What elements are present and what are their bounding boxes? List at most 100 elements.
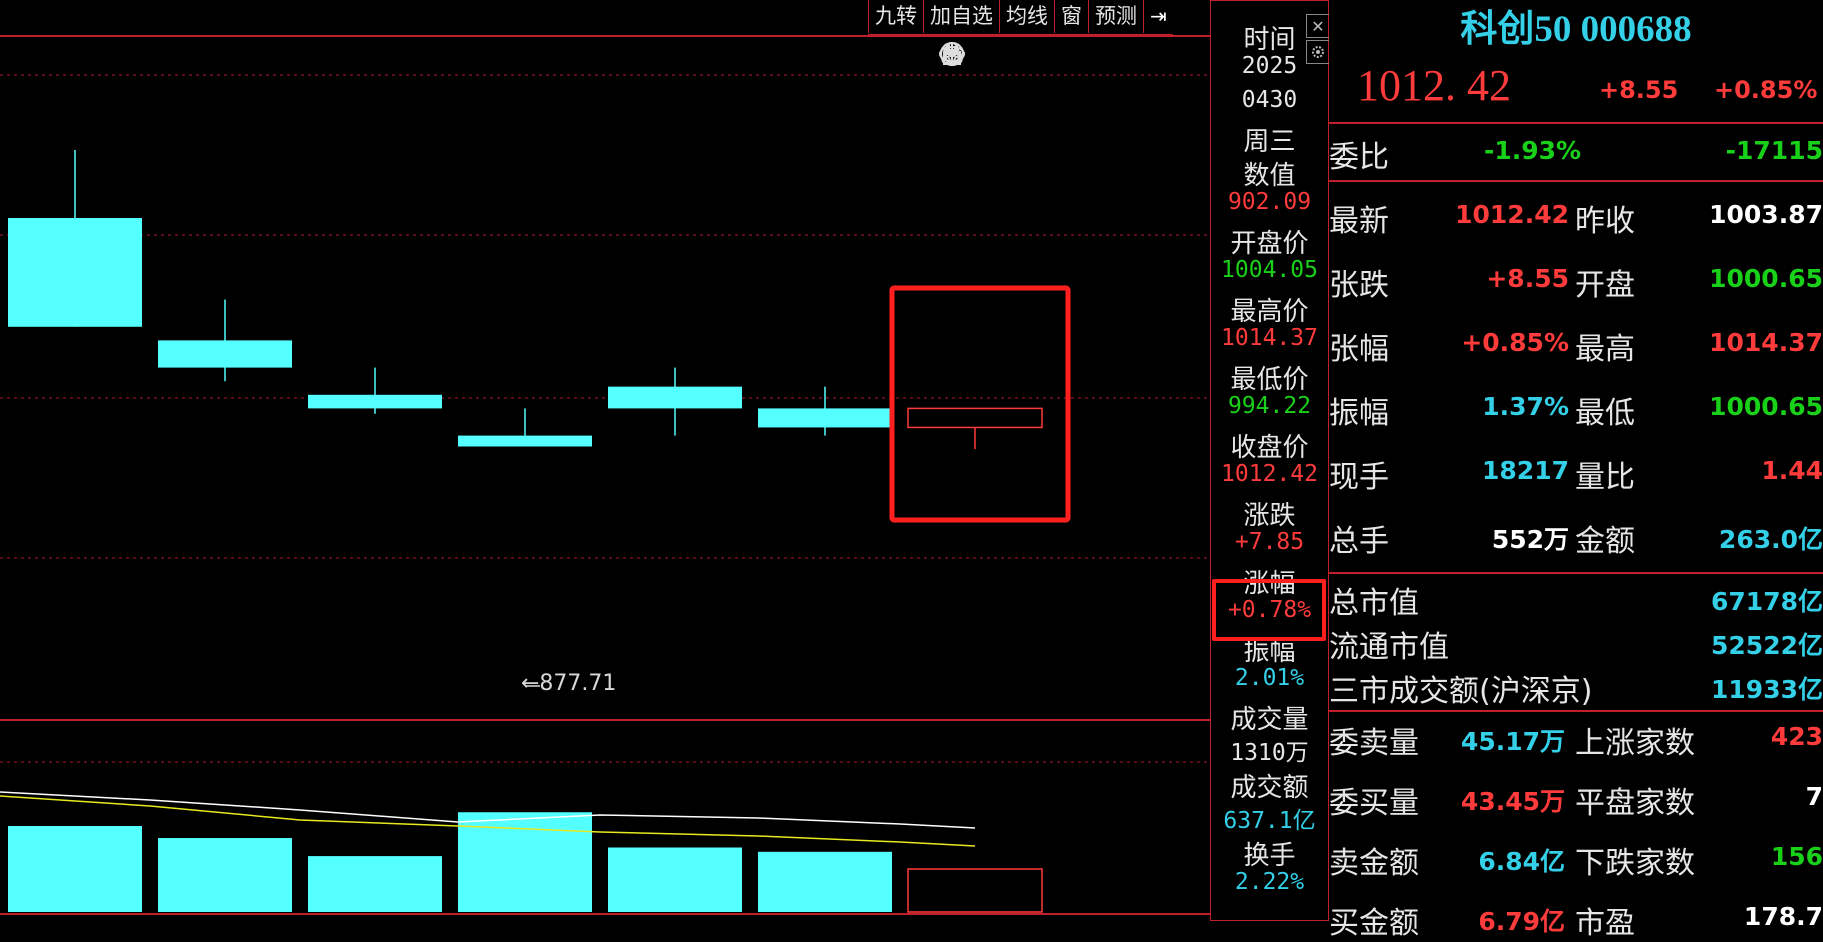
quote-value: 1012.42 xyxy=(1455,200,1569,229)
quote-value: 1000.65 xyxy=(1709,264,1823,293)
toolbar-add-watchlist-button[interactable]: 加自选 xyxy=(923,0,999,33)
info-value: 994.22 xyxy=(1227,393,1312,419)
toolbar-expand-icon[interactable]: ⇥ xyxy=(1143,0,1173,33)
quote-value: 6.84亿 xyxy=(1478,847,1565,876)
candle-body xyxy=(158,340,292,368)
info-value: 1004.05 xyxy=(1221,257,1318,283)
candle-body xyxy=(907,407,1043,429)
info-value: 902.09 xyxy=(1227,189,1312,215)
undo-icon[interactable] xyxy=(943,40,1052,74)
security-title: 科创50 000688 xyxy=(1460,9,1692,50)
toolbar-forecast-button[interactable]: 预测 xyxy=(1088,0,1143,33)
quote-label: 振幅 xyxy=(1329,396,1389,431)
quote-label: 最低 xyxy=(1575,396,1635,431)
info-value: 1014.37 xyxy=(1221,325,1318,351)
info-label: 成交额 xyxy=(1230,773,1309,803)
toolbar-jiuzhuan-button[interactable]: 九转 xyxy=(868,0,923,33)
quote-label: 卖金额 xyxy=(1329,846,1419,881)
toolbar-ma-button[interactable]: 均线 xyxy=(999,0,1054,33)
zoom-in-icon[interactable] xyxy=(940,40,1172,74)
quote-label: 量比 xyxy=(1575,460,1635,495)
last-price: 1012. 42 xyxy=(1357,61,1511,110)
info-label: 开盘价 xyxy=(1230,229,1309,259)
info-value: 2.22% xyxy=(1234,869,1305,895)
quote-label: 最新 xyxy=(1329,204,1389,239)
volume-bar xyxy=(608,847,742,912)
quote-value: 6.79亿 xyxy=(1478,907,1565,936)
quote-label: 上涨家数 xyxy=(1575,726,1695,761)
quote-value: 1003.87 xyxy=(1709,200,1823,229)
market-value: 67178亿 xyxy=(1711,587,1823,616)
hand-icon[interactable] xyxy=(944,40,1012,74)
volume-bar xyxy=(8,826,142,912)
info-label: 最低价 xyxy=(1230,365,1309,395)
quote-label: 平盘家数 xyxy=(1575,786,1695,821)
quote-value: 552万 xyxy=(1491,525,1569,554)
quote-value: +8.55 xyxy=(1486,264,1569,293)
quote-label: 昨收 xyxy=(1575,204,1635,239)
volume-bar xyxy=(907,868,1043,913)
selected-candle-highlight xyxy=(889,285,1071,523)
quote-label: 现手 xyxy=(1329,460,1389,495)
toolbar-window-button[interactable]: 窗 xyxy=(1054,0,1088,33)
quote-label: 买金额 xyxy=(1329,906,1419,941)
candle-body xyxy=(458,435,592,447)
info-label: 涨跌 xyxy=(1243,501,1296,531)
info-label: 数值 xyxy=(1243,161,1296,191)
quote-label: 总手 xyxy=(1329,524,1389,559)
quote-value: 1014.37 xyxy=(1709,328,1823,357)
quote-label: 张幅 xyxy=(1329,332,1389,367)
quote-label: 市盈 xyxy=(1575,906,1635,941)
lock-icon[interactable] xyxy=(943,40,1132,74)
quote-value: 1000.65 xyxy=(1709,392,1823,421)
quote-value: 45.17万 xyxy=(1460,727,1565,756)
price-change: +8.55 xyxy=(1599,76,1679,104)
quote-value: 1.44 xyxy=(1761,456,1823,485)
volume-bar xyxy=(308,856,442,912)
info-value: 1310万 xyxy=(1230,740,1309,766)
quote-value: 423 xyxy=(1770,722,1823,751)
info-label: 成交量 xyxy=(1230,705,1309,735)
weibi-diff: -17115 xyxy=(1725,136,1823,165)
quote-value: 178.7 xyxy=(1743,902,1823,931)
quote-label: 下跌家数 xyxy=(1575,846,1695,881)
weibi-label: 委比 xyxy=(1329,140,1389,175)
quote-value: 43.45万 xyxy=(1460,787,1565,816)
divider xyxy=(1329,710,1823,712)
quote-value: +0.85% xyxy=(1461,328,1569,357)
crosshair-info-panel: 时间 2025 0430 周三 数值 902.09 开盘价 1004.05 最高价 1014.37… xyxy=(1210,0,1329,921)
price-change-pct: +0.85% xyxy=(1714,76,1818,104)
highlight-box-change-pct xyxy=(1212,579,1326,641)
candle-body xyxy=(8,218,142,327)
close-icon[interactable]: ✕ xyxy=(1306,14,1330,38)
quote-value: 156 xyxy=(1770,842,1823,871)
quote-panel: 科创50 000688 1012. 42 +8.55 +0.85% 委比 -1.… xyxy=(1329,0,1823,941)
info-label: 周三 xyxy=(1243,127,1296,157)
market-label: 总市值 xyxy=(1329,586,1419,621)
divider xyxy=(1329,122,1823,124)
chart-tools xyxy=(938,40,1210,74)
quote-label: 最高 xyxy=(1575,332,1635,367)
market-value: 11933亿 xyxy=(1711,675,1823,704)
zoom-out-icon[interactable] xyxy=(940,40,1210,74)
scissors-icon[interactable] xyxy=(941,40,1092,74)
candle-body xyxy=(608,386,742,409)
quote-label: 金额 xyxy=(1575,524,1635,559)
quote-value: 7 xyxy=(1805,782,1823,811)
kline-chart[interactable]: 九转 加自选 均线 窗 预测 ⇥ ←877.71 xyxy=(0,0,1210,921)
candle-body xyxy=(308,394,442,409)
quote-value: 263.0亿 xyxy=(1718,525,1823,554)
volume-bar xyxy=(758,851,892,912)
volume-bar xyxy=(158,838,292,912)
info-value: 0430 xyxy=(1241,87,1298,113)
quote-label: 张跌 xyxy=(1329,268,1389,303)
info-value: +7.85 xyxy=(1234,529,1305,555)
low-price-annotation: ←877.71 xyxy=(521,671,617,696)
gear-icon[interactable] xyxy=(1306,40,1330,64)
info-label: 收盘价 xyxy=(1230,433,1309,463)
info-value: 1012.42 xyxy=(1221,461,1318,487)
divider xyxy=(1329,572,1823,574)
candlestick-svg[interactable] xyxy=(0,0,1210,921)
quote-label: 委卖量 xyxy=(1329,726,1419,761)
quote-value: 18217 xyxy=(1482,456,1569,485)
